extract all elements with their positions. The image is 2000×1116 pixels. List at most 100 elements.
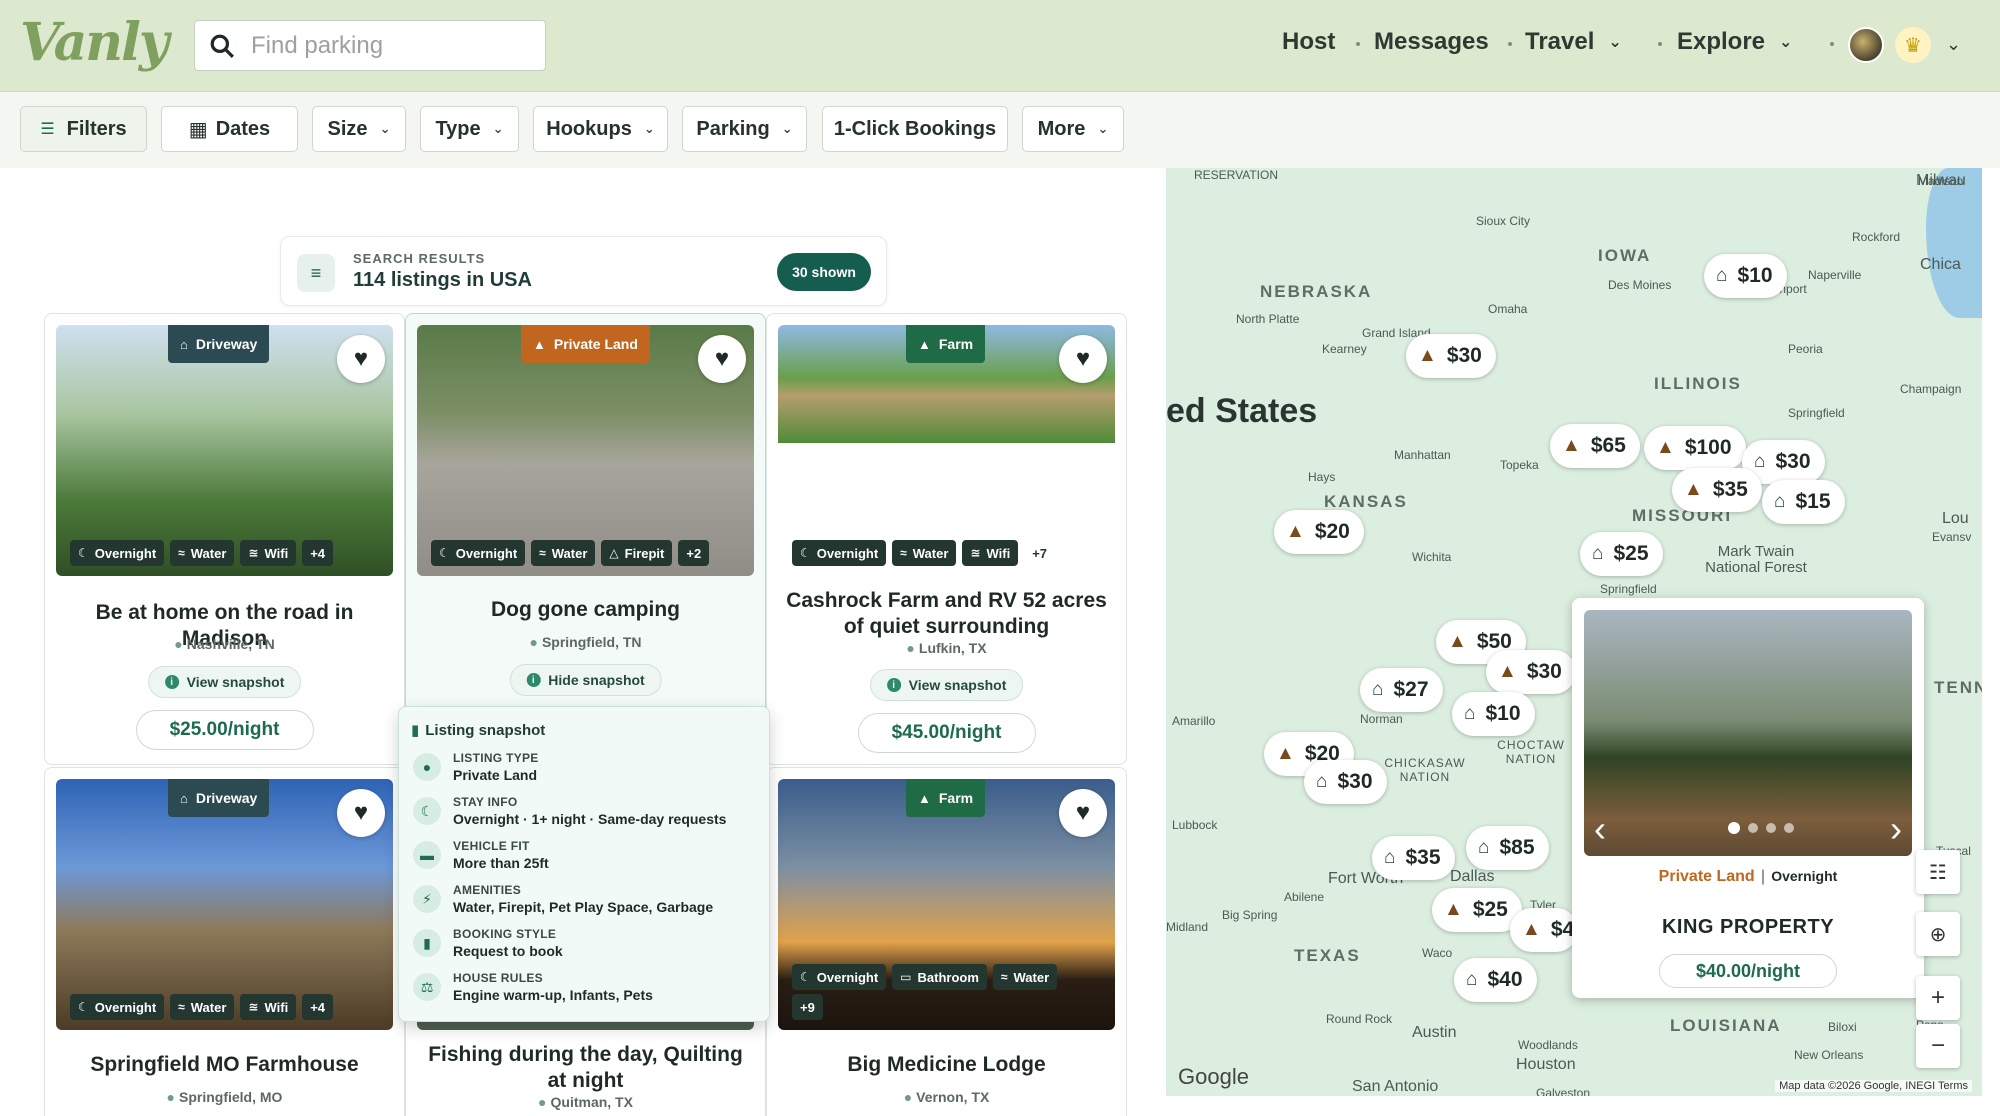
carousel-dot-active[interactable] — [1728, 822, 1740, 834]
avatar[interactable] — [1848, 27, 1884, 63]
vanly-logo[interactable]: Vanly — [20, 12, 169, 73]
amenity-label: +9 — [800, 999, 815, 1015]
map-price-pin[interactable]: ⌂ $10 — [1452, 692, 1535, 736]
map-price-pin[interactable]: ⌂ $30 — [1304, 760, 1387, 804]
listing-card[interactable]: ⌂ Driveway ♥ ☾ Overnight ≈ Water ≊ Wifi +4 S… — [44, 767, 405, 1116]
listing-card[interactable]: ▲ Farm ♥ ☾ Overnight ≈ Water ≊ Wifi +7 Cashr… — [766, 313, 1127, 765]
map-price-pin[interactable]: ⌂ $40 — [1454, 958, 1537, 1002]
nav-explore[interactable]: Explore ⌄ — [1677, 28, 1792, 56]
map-listing-photo[interactable] — [1584, 610, 1912, 856]
search-bar[interactable] — [194, 20, 546, 71]
dates-label: Dates — [215, 117, 271, 140]
favorite-heart-icon[interactable]: ♥ — [1059, 335, 1107, 383]
amenity-label: Wifi — [986, 545, 1011, 561]
map-view[interactable]: NEBRASKA IOWA ILLINOIS KANSAS MISSOURI T… — [1166, 168, 1982, 1096]
listing-photo[interactable]: ▲ Farm ♥ ☾ Overnight ≈ Water ≊ Wifi +7 — [778, 325, 1115, 576]
zoom-in-button[interactable]: + — [1916, 976, 1960, 1020]
map-attribution[interactable]: Map data ©2026 Google, INEGI Terms — [1775, 1080, 1972, 1092]
listing-card[interactable]: ⌂ Driveway ♥ ☾ Overnight ≈ Water ≊ Wifi +4 B… — [44, 313, 405, 765]
snapshot-label: View snapshot — [186, 674, 285, 690]
map-price-pin[interactable]: ▲ $4 — [1510, 908, 1579, 952]
listing-title[interactable]: Springfield MO Farmhouse — [45, 1052, 404, 1078]
listing-type-badge: ▲ Private Land — [521, 325, 650, 363]
carousel-dot[interactable] — [1766, 823, 1776, 833]
tree-icon: ▲ — [918, 336, 931, 352]
map-price-pin[interactable]: ▲ $35 — [1672, 468, 1762, 512]
map-listing-card[interactable]: ‹ › Private Land | Overnight KING PROPERTY… — [1572, 598, 1924, 998]
pin-price: $10 — [1737, 264, 1773, 287]
info-icon: i — [886, 678, 901, 692]
more-dropdown[interactable]: More ⌄ — [1022, 106, 1124, 152]
map-price-pin[interactable]: ▲ $20 — [1274, 510, 1364, 554]
map-price-pin[interactable]: ⌂ $15 — [1762, 480, 1845, 524]
map-price-pin[interactable]: ▲ $30 — [1486, 650, 1576, 694]
layers-icon[interactable]: ☷ — [1916, 850, 1960, 894]
map-price-pin[interactable]: ▲ $65 — [1550, 424, 1640, 468]
listing-photo[interactable]: ▲ Private Land ♥ ☾ Overnight ≈ Water △ Firep… — [417, 325, 754, 576]
view-snapshot-button[interactable]: i View snapshot — [147, 666, 302, 698]
listing-title[interactable]: Fishing during the day, Quilting at nigh… — [406, 1042, 765, 1094]
map-price-pin[interactable]: ▲ $25 — [1432, 888, 1522, 932]
tree-icon: ▲ — [1656, 437, 1675, 458]
listing-card[interactable]: ▲ Private Land ♥ ☾ Overnight ≈ Water △ Firep… — [405, 313, 766, 765]
calendar-icon: ▦ — [188, 118, 208, 141]
filter-bar: ☰ Filters ▦ Dates Size ⌄ Type ⌄ Hookups ⌄ Par… — [0, 92, 2000, 168]
one-click-bookings-toggle[interactable]: 1-Click Bookings — [822, 106, 1008, 152]
crown-icon[interactable]: ♛ — [1895, 27, 1931, 63]
view-snapshot-button[interactable]: i View snapshot — [869, 669, 1024, 701]
zoom-out-button[interactable]: − — [1916, 1024, 1960, 1068]
parking-dropdown[interactable]: Parking ⌄ — [682, 106, 807, 152]
favorite-heart-icon[interactable]: ♥ — [698, 335, 746, 383]
nav-messages[interactable]: Messages — [1374, 28, 1489, 56]
listing-photo[interactable]: ⌂ Driveway ♥ ☾ Overnight ≈ Water ≊ Wifi +4 — [56, 779, 393, 1030]
search-input[interactable] — [251, 31, 531, 60]
city-label: Amarillo — [1172, 714, 1216, 728]
location-label: Quitman, TX — [550, 1094, 633, 1110]
amenity-pills: ☾ Overnight ≈ Water ≊ Wifi +4 — [70, 540, 334, 566]
snapshot-key: LISTING TYPE — [453, 751, 539, 765]
snapshot-value: Water, Firepit, Pet Play Space, Garbage — [453, 899, 714, 915]
favorite-heart-icon[interactable]: ♥ — [1059, 789, 1107, 837]
map-price-pin[interactable]: ▲ $100 — [1644, 426, 1746, 470]
map-price-pin[interactable]: ⌂ $10 — [1704, 254, 1787, 298]
listing-title[interactable]: Cashrock Farm and RV 52 acres of quiet s… — [767, 588, 1126, 640]
chevron-down-icon[interactable]: ⌄ — [1946, 34, 1961, 55]
clipboard-icon: ▮ — [411, 722, 420, 739]
chevron-right-icon[interactable]: › — [1890, 808, 1902, 850]
listing-photo[interactable]: ▲ Farm ♥ ☾ Overnight ▭ Bathroom ≈ Water +9 — [778, 779, 1115, 1030]
amenity-label: Wifi — [264, 545, 289, 561]
map-price-pin[interactable]: ⌂ $25 — [1580, 532, 1663, 576]
map-price-pin[interactable]: ⌂ $27 — [1360, 668, 1443, 712]
listing-title[interactable]: Big Medicine Lodge — [767, 1052, 1126, 1078]
listing-title[interactable]: Dog gone camping — [406, 597, 765, 623]
listing-location: ● Lufkin, TX — [767, 640, 1126, 656]
dates-button[interactable]: ▦ Dates — [161, 106, 298, 152]
parking-label: Parking — [696, 117, 770, 140]
carousel-dot[interactable] — [1748, 823, 1758, 833]
size-dropdown[interactable]: Size ⌄ — [312, 106, 406, 152]
listing-location: ● Nashville, TN — [45, 636, 404, 652]
favorite-heart-icon[interactable]: ♥ — [337, 789, 385, 837]
my-location-icon[interactable]: ⊕ — [1916, 912, 1960, 956]
house-icon: ⌂ — [1478, 837, 1490, 858]
filters-button[interactable]: ☰ Filters — [20, 106, 147, 152]
nav-host[interactable]: Host — [1282, 28, 1335, 56]
listing-card[interactable]: ▲ Farm ♥ ☾ Overnight ▭ Bathroom ≈ Water +9 B… — [766, 767, 1127, 1116]
state-label: TEXAS — [1294, 946, 1361, 965]
nav-travel[interactable]: Travel ⌄ — [1525, 28, 1622, 56]
snapshot-title: ▮ Listing snapshot — [411, 721, 545, 739]
listing-photo[interactable]: ⌂ Driveway ♥ ☾ Overnight ≈ Water ≊ Wifi +4 — [56, 325, 393, 576]
map-listing-name[interactable]: KING PROPERTY — [1572, 916, 1924, 939]
chevron-left-icon[interactable]: ‹ — [1594, 808, 1606, 850]
map-price-pin[interactable]: ⌂ $35 — [1372, 836, 1455, 880]
forest-label: Mark Twain National Forest — [1705, 543, 1807, 576]
map-price-pin[interactable]: ▲ $30 — [1406, 334, 1496, 378]
map-price-pin[interactable]: ⌂ $85 — [1466, 826, 1549, 870]
hookups-dropdown[interactable]: Hookups ⌄ — [533, 106, 668, 152]
carousel-dot[interactable] — [1784, 823, 1794, 833]
type-dropdown[interactable]: Type ⌄ — [420, 106, 519, 152]
house-icon: ⌂ — [1464, 703, 1476, 724]
hide-snapshot-button[interactable]: i Hide snapshot — [509, 664, 662, 696]
nav-messages-label: Messages — [1374, 28, 1489, 55]
favorite-heart-icon[interactable]: ♥ — [337, 335, 385, 383]
